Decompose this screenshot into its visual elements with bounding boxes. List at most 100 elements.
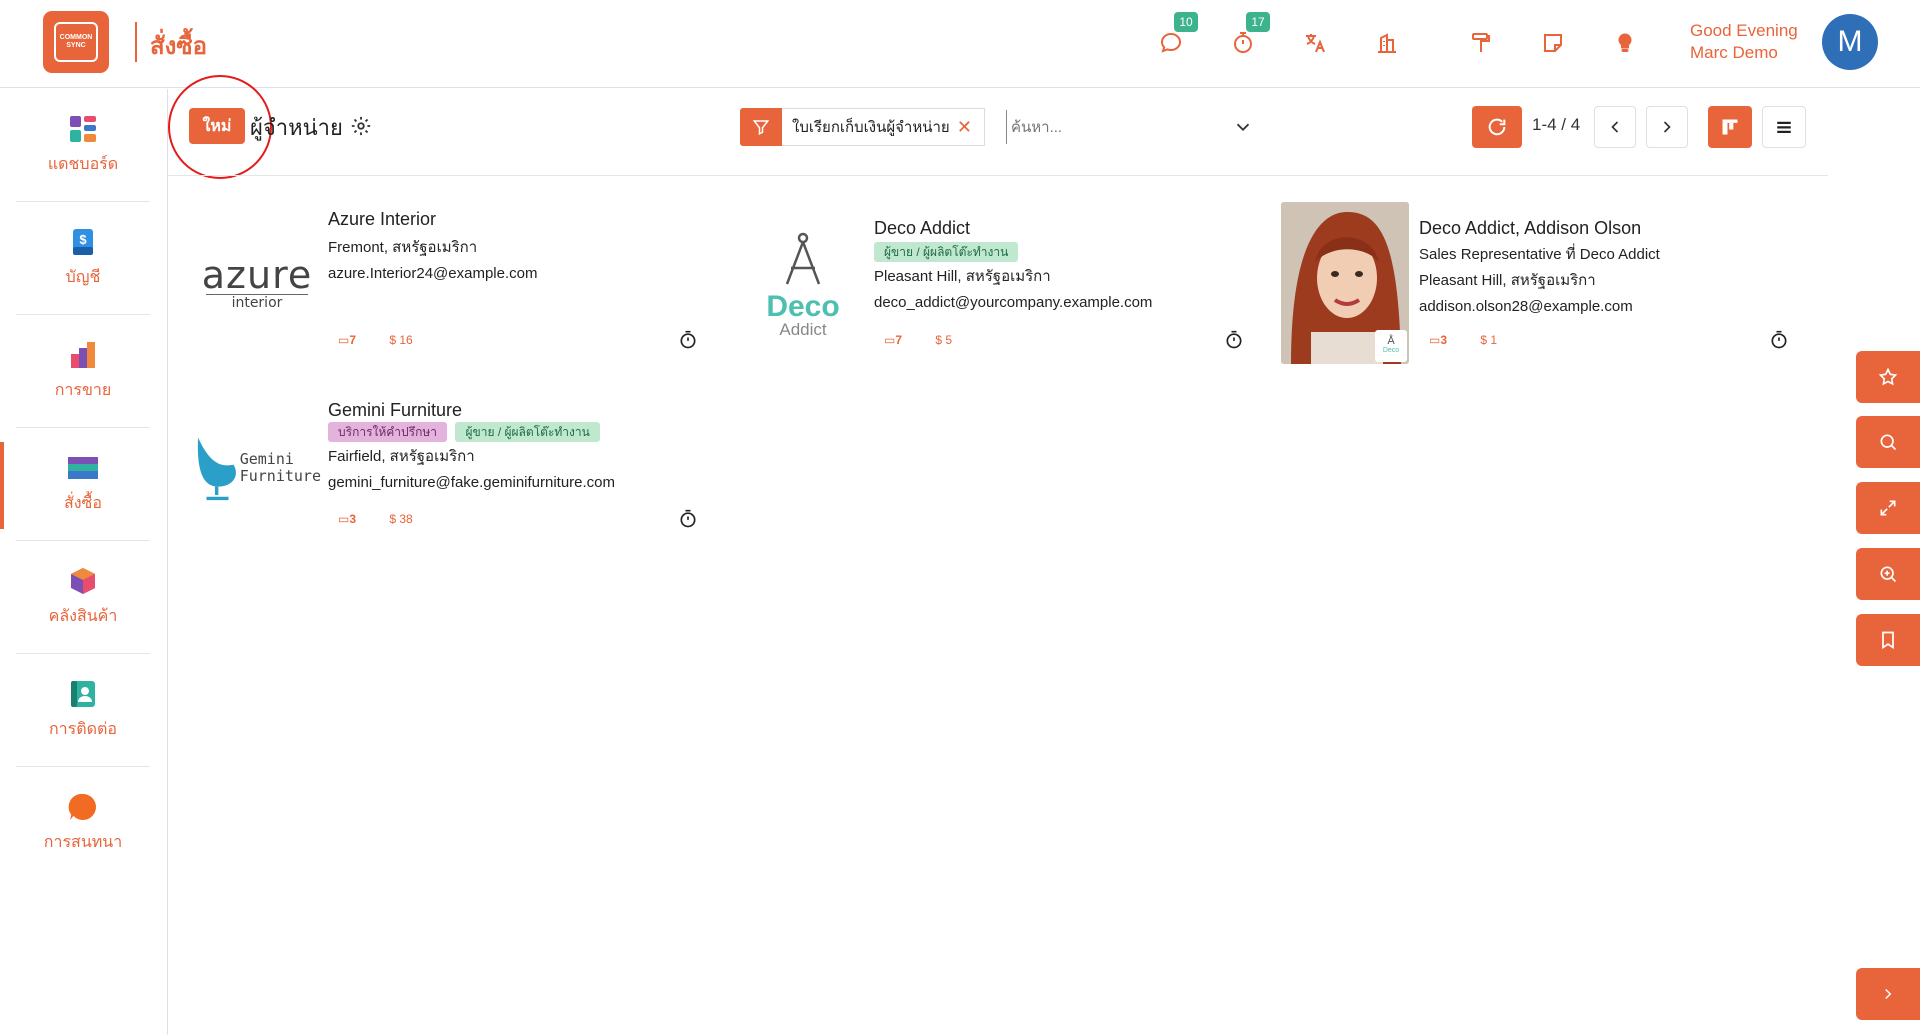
logo-main-text: Gemini <box>239 450 294 468</box>
filter-toggle[interactable] <box>740 108 782 146</box>
chevron-right-icon <box>1885 988 1892 1000</box>
search-float-button[interactable] <box>1856 416 1920 468</box>
amount-stat[interactable]: $ 16 <box>389 333 412 347</box>
stopwatch-icon[interactable] <box>678 330 698 350</box>
tips-button[interactable] <box>1610 28 1640 58</box>
notes-button[interactable] <box>1538 28 1568 58</box>
control-separator <box>168 175 1828 176</box>
favorite-float-button[interactable] <box>1856 351 1920 403</box>
sidebar-label-purchase: สั่งซื้อ <box>63 494 103 512</box>
new-button[interactable]: ใหม่ <box>189 108 245 144</box>
sidebar-item-purchase[interactable]: สั่งซื้อ <box>16 428 150 541</box>
sidebar-item-dashboard[interactable]: แดชบอร์ด <box>16 89 150 202</box>
list-icon <box>1777 121 1791 133</box>
logo-main-text: azure <box>201 252 313 297</box>
zoom-in-icon <box>1880 566 1897 583</box>
tag: ผู้ขาย / ผู้ผลิตโต๊ะทำงาน <box>874 242 1019 262</box>
stopwatch-icon[interactable] <box>678 509 698 529</box>
expand-float-button[interactable] <box>1856 482 1920 534</box>
left-sidebar: แดชบอร์ด $ บัญชี การขาย สั่งซื้อ คลังสิน… <box>0 89 168 1035</box>
kanban-card[interactable]: Gemini Furniture Gemini Furniture บริการ… <box>193 398 723 573</box>
search-input[interactable] <box>1006 110 1256 144</box>
refresh-icon <box>1488 118 1506 136</box>
tag: บริการให้คำปรึกษา <box>328 422 448 442</box>
star-icon <box>1878 367 1898 386</box>
sidebar-item-contacts[interactable]: การติดต่อ <box>16 654 150 767</box>
expand-icon <box>1880 500 1896 516</box>
chevron-down-icon[interactable] <box>1232 116 1254 138</box>
card-logo: Deco Addict <box>739 202 867 364</box>
tag: ผู้ขาย / ผู้ผลิตโต๊ะทำงาน <box>455 422 600 442</box>
card-name: Deco Addict <box>874 218 971 238</box>
card-body: Azure Interior Fremont, สหรัฐอเมริกา azu… <box>328 207 718 287</box>
sales-icon <box>71 341 95 368</box>
card-name: Azure Interior <box>328 209 437 229</box>
card-stats: ▭7 $ 5 <box>884 333 982 347</box>
card-body: Deco Addict ผู้ขาย / ผู้ผลิตโต๊ะทำงาน Pl… <box>874 216 1264 316</box>
compass-logo-icon <box>785 232 821 284</box>
card-name: Deco Addict, Addison Olson <box>1419 218 1642 238</box>
company-button[interactable] <box>1372 28 1402 58</box>
bills-stat[interactable]: ▭3 <box>338 512 356 526</box>
purchase-icon <box>68 456 98 479</box>
paint-roller-button[interactable] <box>1466 28 1496 58</box>
gear-icon[interactable] <box>350 115 372 137</box>
expand-panel-button[interactable] <box>1856 968 1920 1020</box>
pager-next[interactable] <box>1646 106 1688 148</box>
bookmark-icon <box>1882 631 1894 650</box>
activities-button[interactable]: 17 <box>1228 12 1270 58</box>
active-indicator <box>0 442 4 529</box>
remove-facet-icon[interactable]: ✕ <box>957 117 972 138</box>
bookmark-float-button[interactable] <box>1856 614 1920 666</box>
amount-stat[interactable]: $ 1 <box>1480 333 1497 347</box>
sidebar-item-accounting[interactable]: $ บัญชี <box>16 202 150 315</box>
logo-sub-text: Addict <box>779 319 827 339</box>
card-stats: ▭3 $ 38 <box>338 512 443 526</box>
card-line: azure.Interior24@example.com <box>328 265 538 282</box>
kanban-card[interactable]: Deco Addict Deco Addict ผู้ขาย / ผู้ผลิต… <box>739 202 1269 377</box>
search-facet: ใบเรียกเก็บเงินผู้จำหน่าย ✕ <box>782 108 985 146</box>
bills-stat[interactable]: ▭3 <box>1429 333 1447 347</box>
card-line: gemini_furniture@fake.geminifurniture.co… <box>328 474 616 491</box>
sticky-note-icon <box>1544 34 1562 52</box>
stopwatch-icon[interactable] <box>1769 330 1789 350</box>
card-line: addison.olson28@example.com <box>1419 298 1633 315</box>
refresh-button[interactable] <box>1472 106 1522 148</box>
facet-label: ใบเรียกเก็บเงินผู้จำหน่าย <box>792 119 950 136</box>
greeting: Good Evening Marc Demo <box>1690 20 1798 64</box>
bills-stat[interactable]: ▭7 <box>338 333 356 347</box>
kanban-card[interactable]: azure interior Azure Interior Fremont, ส… <box>193 202 723 377</box>
company-logo[interactable]: COMMON SYNC <box>43 11 109 73</box>
sidebar-item-inventory[interactable]: คลังสินค้า <box>16 541 150 654</box>
bills-stat[interactable]: ▭7 <box>884 333 902 347</box>
amount-stat[interactable]: $ 5 <box>935 333 952 347</box>
paint-roller-icon <box>1472 33 1490 52</box>
zoom-float-button[interactable] <box>1856 548 1920 600</box>
pager-previous[interactable] <box>1594 106 1636 148</box>
card-line: deco_addict@yourcompany.example.com <box>874 294 1153 311</box>
discuss-icon <box>68 793 96 820</box>
sidebar-item-discuss[interactable]: การสนทนา <box>16 767 150 880</box>
top-bar: COMMON SYNC สั่งซื้อ 10 17 Good Evening … <box>0 0 1920 88</box>
sidebar-label-dashboard: แดชบอร์ด <box>47 155 119 173</box>
mini-company-logo: Å Deco <box>1375 330 1407 362</box>
sidebar-label-contacts: การติดต่อ <box>48 720 118 738</box>
card-line: Fremont, สหรัฐอเมริกา <box>328 239 478 256</box>
amount-stat[interactable]: $ 38 <box>389 512 412 526</box>
mini-logo-text: Deco <box>1382 347 1400 354</box>
stopwatch-icon <box>1234 32 1252 53</box>
breadcrumb: ผู้จำหน่าย <box>250 115 343 140</box>
egg-chair-logo-icon <box>197 437 236 501</box>
card-name: Gemini Furniture <box>328 400 463 420</box>
kanban-card[interactable]: Å Deco Deco Addict, Addison Olson Sales … <box>1281 202 1811 377</box>
pager-value[interactable]: 1-4 / 4 <box>1532 115 1580 135</box>
user-avatar[interactable]: M <box>1822 14 1878 70</box>
kanban-view-button[interactable] <box>1708 106 1752 148</box>
stopwatch-icon[interactable] <box>1224 330 1244 350</box>
language-button[interactable] <box>1300 28 1330 58</box>
sidebar-item-sales[interactable]: การขาย <box>16 315 150 428</box>
messages-button[interactable]: 10 <box>1156 12 1198 58</box>
sidebar-label-accounting: บัญชี <box>65 268 101 286</box>
logo-sub-text: Furniture <box>239 467 321 485</box>
list-view-button[interactable] <box>1762 106 1806 148</box>
